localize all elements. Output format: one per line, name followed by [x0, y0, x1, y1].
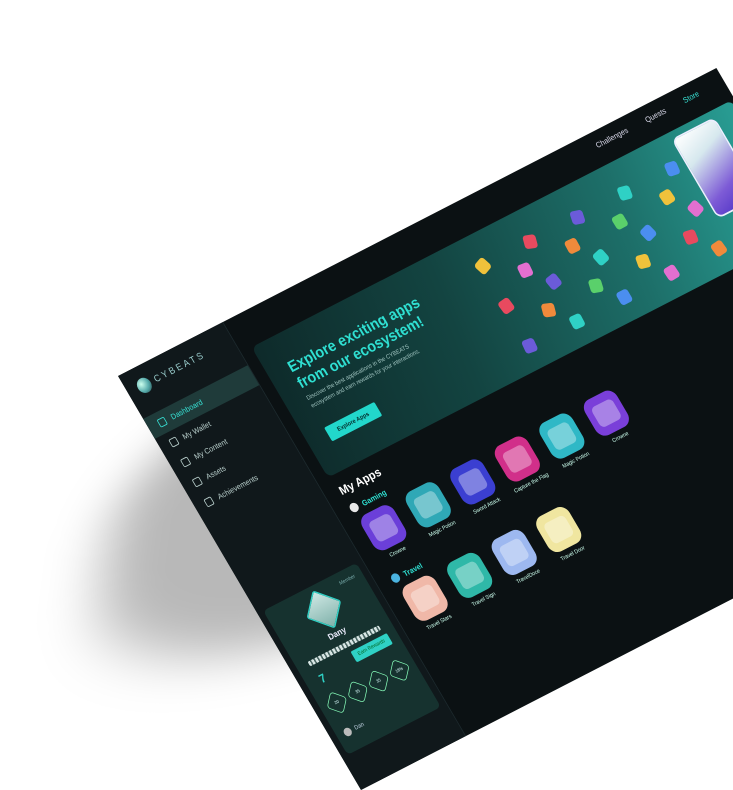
content-icon	[179, 456, 192, 468]
logo-icon	[134, 375, 155, 396]
app-tile[interactable]: TravelDoce	[486, 526, 547, 588]
gamepad-icon	[347, 501, 361, 514]
floating-app-icon	[540, 302, 557, 318]
category-label: Travel	[401, 560, 424, 578]
floating-app-icon	[634, 253, 652, 270]
floating-app-icon	[516, 261, 535, 279]
phone-illustration	[671, 117, 733, 219]
stat-value: 35	[354, 688, 361, 695]
status-badge: Member	[338, 574, 357, 587]
app-tile[interactable]: Travel Sign	[442, 549, 503, 611]
floating-app-icon	[657, 187, 677, 207]
stat-value: 18%	[394, 666, 405, 675]
grid-icon	[156, 416, 168, 428]
app-screen: CYBEATS Dashboard My Wallet My Content A…	[118, 68, 733, 790]
app-tile[interactable]: Crowne	[579, 387, 640, 449]
user-name: Dan	[353, 721, 366, 732]
floating-app-icon	[610, 212, 630, 231]
nav-store[interactable]: Store	[681, 89, 700, 104]
app-tile[interactable]: Travel Stars	[397, 572, 458, 634]
stat-badge: 35	[347, 680, 368, 703]
stat-badge: 35	[368, 670, 389, 693]
floating-app-icon	[496, 296, 516, 316]
stats-row: 20 35 35 18%	[323, 657, 413, 716]
assets-icon	[191, 476, 204, 488]
nav-challenges[interactable]: Challenges	[594, 126, 630, 150]
floating-app-icon	[681, 228, 700, 246]
app-tile[interactable]: Capture the Flag	[490, 432, 551, 494]
app-tile[interactable]: Crowne	[356, 501, 417, 563]
explore-apps-button[interactable]: Explore Apps	[324, 401, 383, 442]
floating-app-icon	[520, 337, 539, 355]
logo[interactable]: CYBEATS	[134, 348, 209, 396]
level-value: 7	[316, 670, 329, 686]
user-avatar-icon	[342, 726, 354, 738]
app-tile[interactable]: Magic Potion	[401, 478, 462, 540]
stat-badge: 18%	[389, 659, 410, 682]
floating-app-icon	[709, 239, 729, 258]
nav-quests[interactable]: Quests	[643, 106, 667, 124]
user-row[interactable]: Dan	[342, 720, 366, 738]
floating-app-icons	[252, 100, 732, 355]
floating-app-icon	[563, 237, 582, 255]
floating-app-icon	[569, 209, 586, 226]
trophy-icon	[203, 496, 215, 508]
floating-app-icon	[638, 223, 658, 243]
floating-app-icon	[567, 312, 587, 331]
stat-value: 20	[333, 699, 340, 706]
floating-app-icon	[522, 234, 539, 250]
floating-app-icon	[615, 288, 634, 307]
app-tile[interactable]: Travel Door	[531, 503, 592, 565]
app-tile[interactable]: Sword Attack	[445, 455, 506, 517]
floating-app-icon	[587, 277, 605, 294]
stat-value: 35	[375, 678, 382, 685]
floating-app-icon	[686, 198, 705, 219]
globe-icon	[389, 571, 402, 585]
sidebar-item-label: Assets	[204, 463, 228, 482]
app-label: Crowne	[388, 545, 408, 559]
floating-app-icon	[544, 272, 563, 292]
floating-app-icon	[616, 184, 634, 202]
floating-app-icon	[663, 160, 681, 178]
app-tile[interactable]: Magic Potion	[534, 409, 595, 471]
logo-text: CYBEATS	[152, 349, 208, 385]
wallet-icon	[168, 436, 180, 448]
floating-app-icon	[473, 256, 493, 276]
app-label: Crowne	[611, 430, 630, 445]
stat-badge: 20	[326, 691, 347, 714]
floating-app-icon	[662, 263, 681, 282]
avatar[interactable]	[306, 590, 342, 629]
floating-app-icon	[591, 247, 611, 267]
